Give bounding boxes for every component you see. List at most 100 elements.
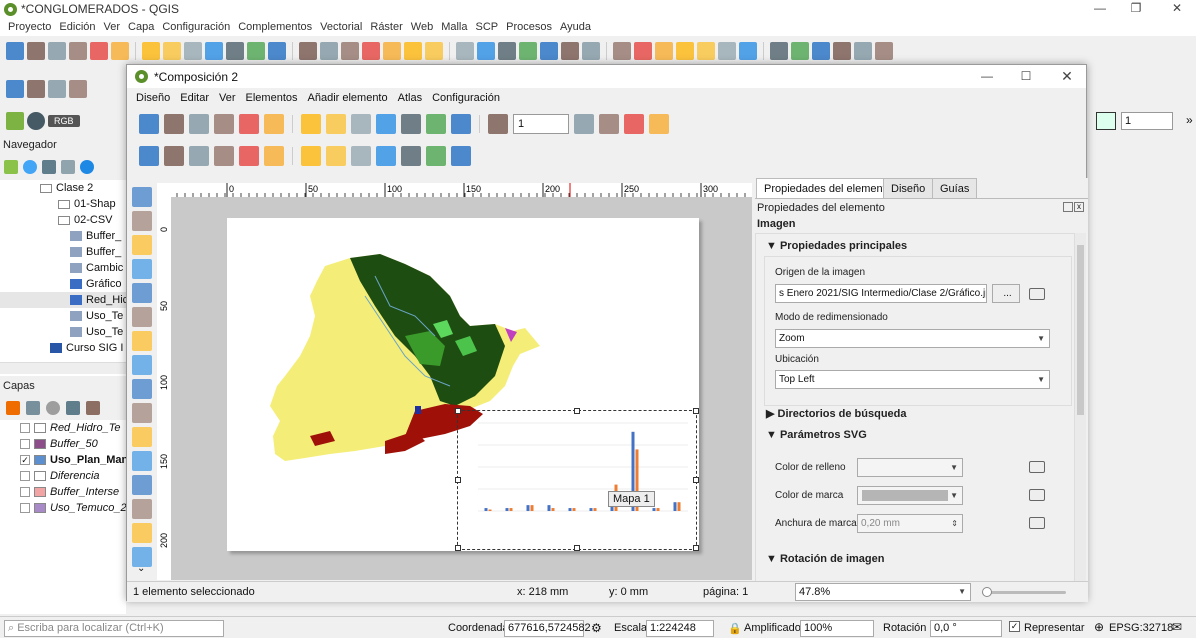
- menu-item[interactable]: Capa: [124, 21, 158, 33]
- tool-icon[interactable]: [426, 114, 446, 134]
- browser-item[interactable]: Red_Hic: [0, 292, 126, 308]
- data-defined-override-icon[interactable]: [1029, 489, 1045, 501]
- layout-tool-icon[interactable]: [132, 211, 152, 231]
- browser-item[interactable]: 01-Shap: [0, 196, 126, 212]
- layout-tool-icon[interactable]: [132, 283, 152, 303]
- layer-item[interactable]: ✓ Uso_Plan_Man: [8, 452, 126, 468]
- add-group-icon[interactable]: [26, 401, 40, 415]
- tool-icon[interactable]: [425, 42, 443, 60]
- layout-tool-icon[interactable]: [132, 307, 152, 327]
- messages-icon[interactable]: ✉: [1172, 620, 1182, 634]
- tool-icon[interactable]: [351, 114, 371, 134]
- layout-tool-icon[interactable]: [132, 379, 152, 399]
- tool-icon[interactable]: [451, 114, 471, 134]
- layout-canvas[interactable]: 0 50 100 150 200 250 300 0 50 100 150 200: [157, 183, 752, 580]
- collapse-icon[interactable]: [61, 160, 75, 174]
- more-tools-chevron-icon[interactable]: ⌄: [137, 563, 145, 574]
- browse-button[interactable]: ...: [992, 284, 1020, 303]
- tool-icon[interactable]: [624, 114, 644, 134]
- tool-icon[interactable]: [791, 42, 809, 60]
- tool-icon[interactable]: [351, 146, 371, 166]
- composer-menu-item[interactable]: Configuración: [427, 92, 505, 104]
- composer-menu-item[interactable]: Diseño: [131, 92, 175, 104]
- section-image-rotation[interactable]: ▼ Rotación de imagen: [766, 553, 884, 565]
- layout-tool-icon[interactable]: [132, 355, 152, 375]
- stroke-color-button[interactable]: ▼: [857, 486, 963, 505]
- tool-icon[interactable]: [634, 42, 652, 60]
- tool-icon[interactable]: [48, 80, 66, 98]
- tool-icon[interactable]: [164, 114, 184, 134]
- menu-item[interactable]: Malla: [437, 21, 471, 33]
- composer-page-select[interactable]: 1: [513, 114, 569, 134]
- tool-icon[interactable]: [299, 42, 317, 60]
- expression-icon[interactable]: [86, 401, 100, 415]
- scale-combo[interactable]: 1:224248: [646, 620, 714, 637]
- tool-icon[interactable]: [184, 42, 202, 60]
- tool-icon[interactable]: [519, 42, 537, 60]
- tool-icon[interactable]: [451, 146, 471, 166]
- layer-item[interactable]: Red_Hidro_Te: [8, 420, 126, 436]
- float-panel-icon[interactable]: [1063, 202, 1073, 212]
- lens-icon[interactable]: [27, 112, 45, 130]
- browser-item[interactable]: Curso SIG I: [0, 340, 126, 356]
- chart-image-item[interactable]: Mapa 1: [455, 408, 699, 551]
- tool-icon[interactable]: [139, 146, 159, 166]
- tool-icon[interactable]: [164, 146, 184, 166]
- menu-item[interactable]: Configuración: [158, 21, 234, 33]
- info-icon[interactable]: [80, 160, 94, 174]
- browser-item[interactable]: Buffer_: [0, 228, 126, 244]
- tool-icon[interactable]: [264, 146, 284, 166]
- browser-item[interactable]: 02-CSV: [0, 212, 126, 228]
- layout-tool-icon[interactable]: [132, 259, 152, 279]
- layout-tool-icon[interactable]: [132, 475, 152, 495]
- render-checkbox[interactable]: ✓: [1009, 621, 1020, 632]
- layer-item[interactable]: Buffer_50: [8, 436, 126, 452]
- tool-icon[interactable]: [320, 42, 338, 60]
- tool-icon[interactable]: [6, 42, 24, 60]
- tool-icon[interactable]: [264, 114, 284, 134]
- close-button[interactable]: ✕: [1162, 0, 1192, 16]
- menu-item[interactable]: Proyecto: [4, 21, 55, 33]
- style-icon[interactable]: [6, 401, 20, 415]
- data-defined-override-icon[interactable]: [1029, 288, 1045, 300]
- layout-tool-icon[interactable]: [132, 187, 152, 207]
- tool-icon[interactable]: [401, 146, 421, 166]
- data-defined-override-icon[interactable]: [1029, 461, 1045, 473]
- tool-icon[interactable]: [676, 42, 694, 60]
- tool-icon[interactable]: [189, 146, 209, 166]
- magnifier-spinbox[interactable]: 100%: [800, 620, 874, 637]
- layout-tool-icon[interactable]: [132, 451, 152, 471]
- tool-icon[interactable]: [477, 42, 495, 60]
- globe-icon[interactable]: ⊕: [1094, 620, 1104, 634]
- coordinate-input[interactable]: 677616,5724582: [504, 620, 591, 637]
- tool-icon[interactable]: [239, 114, 259, 134]
- tool-icon[interactable]: [718, 42, 736, 60]
- tool-icon[interactable]: [239, 146, 259, 166]
- layer-checkbox[interactable]: [20, 471, 30, 481]
- tool-icon[interactable]: [649, 114, 669, 134]
- filter-icon[interactable]: [42, 160, 56, 174]
- tool-icon[interactable]: [875, 42, 893, 60]
- section-main-properties[interactable]: ▼ Propiedades principales: [766, 240, 907, 252]
- tab-item-properties[interactable]: Propiedades del elemento: [756, 178, 900, 198]
- layout-page[interactable]: Mapa 1: [227, 218, 699, 551]
- scp-arrow-icon[interactable]: [1096, 112, 1116, 130]
- layer-checkbox[interactable]: [20, 503, 30, 513]
- locator-search-input[interactable]: ⌕ Escriba para localizar (Ctrl+K): [4, 620, 224, 637]
- composer-menu-item[interactable]: Ver: [214, 92, 241, 104]
- fill-color-button[interactable]: ▼: [857, 458, 963, 477]
- tool-icon[interactable]: [301, 146, 321, 166]
- tool-icon[interactable]: [383, 42, 401, 60]
- selection-handle[interactable]: [693, 545, 699, 551]
- tool-icon[interactable]: [833, 42, 851, 60]
- composer-menu-item[interactable]: Elementos: [241, 92, 303, 104]
- browser-item[interactable]: Cambic: [0, 260, 126, 276]
- tool-icon[interactable]: [326, 114, 346, 134]
- refresh-icon[interactable]: [23, 160, 37, 174]
- tool-icon[interactable]: [214, 146, 234, 166]
- minimize-button[interactable]: —: [1085, 0, 1115, 16]
- layout-tool-icon[interactable]: [132, 427, 152, 447]
- tool-icon[interactable]: [6, 80, 24, 98]
- tool-icon[interactable]: [488, 114, 508, 134]
- rotation-spinbox[interactable]: 0,0 °: [930, 620, 1002, 637]
